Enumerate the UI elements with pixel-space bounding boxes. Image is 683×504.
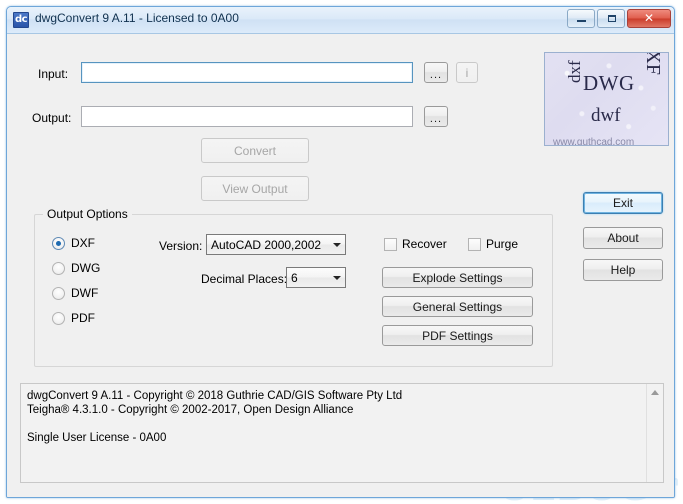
logo-text-dxf: DXF: [642, 52, 664, 75]
radio-dxf-icon: [52, 236, 65, 250]
minimize-button[interactable]: [567, 9, 595, 28]
decimal-places-label: Decimal Places:: [201, 272, 288, 286]
input-info-button[interactable]: i: [456, 62, 478, 83]
purge-checkbox-label: Purge: [486, 237, 519, 251]
close-icon: ✕: [643, 11, 655, 25]
radio-dwg[interactable]: DWG: [52, 261, 100, 275]
radio-dxf[interactable]: DXF: [52, 236, 95, 250]
recover-checkbox-label: Recover: [402, 237, 447, 251]
radio-dwg-label: DWG: [71, 261, 101, 275]
product-logo: DWG DXF dxf dwf www.guthcad.com: [544, 52, 669, 146]
view-output-button[interactable]: View Output: [201, 176, 309, 201]
minimize-icon: [577, 20, 586, 22]
browse-ellipsis-icon: ...: [429, 112, 443, 125]
general-settings-button[interactable]: General Settings: [382, 296, 533, 317]
logo-text-dwf: dwf: [591, 105, 621, 126]
client-area: Input: ... i Output: ... Convert View Ou…: [7, 34, 674, 497]
help-button[interactable]: Help: [583, 259, 663, 281]
output-options-title: Output Options: [43, 207, 132, 221]
about-button[interactable]: About: [583, 227, 663, 249]
purge-checkbox[interactable]: Purge: [468, 237, 518, 251]
radio-dwf-icon: [52, 286, 65, 300]
log-panel[interactable]: dwgConvert 9 A.11 - Copyright © 2018 Gut…: [20, 383, 664, 483]
radio-dwf[interactable]: DWF: [52, 286, 98, 300]
app-icon-dc: dc: [13, 12, 29, 28]
purge-checkbox-icon: [468, 237, 481, 251]
input-browse-button[interactable]: ...: [424, 62, 448, 83]
application-window: dc dwgConvert 9 A.11 - Licensed to 0A00 …: [6, 6, 675, 498]
exit-button[interactable]: Exit: [583, 192, 663, 214]
radio-dwg-icon: [52, 261, 65, 275]
log-scrollbar[interactable]: [646, 384, 663, 482]
recover-checkbox-icon: [384, 237, 397, 251]
logo-url: www.guthcad.com: [553, 137, 635, 146]
convert-button[interactable]: Convert: [201, 138, 309, 163]
radio-pdf[interactable]: PDF: [52, 311, 95, 325]
window-controls: ✕: [567, 9, 671, 28]
decimal-places-select-value: 6: [291, 270, 298, 285]
chevron-down-icon: [328, 268, 345, 287]
version-label: Version:: [159, 239, 203, 253]
close-button[interactable]: ✕: [627, 9, 671, 28]
screenshot-root: UEBUGcom dc dwgConvert 9 A.11 - Licensed…: [0, 0, 683, 504]
radio-dxf-label: DXF: [71, 236, 95, 250]
output-field[interactable]: [81, 106, 413, 127]
maximize-button[interactable]: [597, 9, 625, 28]
version-select[interactable]: AutoCAD 2000,2002: [206, 234, 346, 255]
decimal-places-select[interactable]: 6: [286, 267, 346, 288]
logo-text-dwg: DWG: [583, 71, 635, 95]
scroll-up-icon[interactable]: [647, 384, 663, 400]
log-text: dwgConvert 9 A.11 - Copyright © 2018 Gut…: [27, 390, 403, 444]
chevron-down-icon: [328, 235, 345, 254]
window-title: dwgConvert 9 A.11 - Licensed to 0A00: [35, 11, 239, 25]
browse-ellipsis-icon: ...: [429, 68, 443, 81]
radio-pdf-label: PDF: [71, 311, 95, 325]
output-browse-button[interactable]: ...: [424, 106, 448, 127]
version-select-value: AutoCAD 2000,2002: [211, 237, 322, 252]
maximize-icon: [608, 15, 616, 22]
output-options-group: Output Options DXF DWG DWF PDF Version: …: [34, 207, 553, 367]
pdf-settings-button[interactable]: PDF Settings: [382, 325, 533, 346]
radio-pdf-icon: [52, 311, 65, 325]
recover-checkbox[interactable]: Recover: [384, 237, 447, 251]
explode-settings-button[interactable]: Explode Settings: [382, 267, 533, 288]
output-label: Output:: [32, 111, 72, 125]
title-bar[interactable]: dc dwgConvert 9 A.11 - Licensed to 0A00 …: [7, 7, 674, 34]
input-field[interactable]: [81, 62, 413, 83]
logo-text-dxf-rotated: dxf: [565, 60, 584, 83]
input-label: Input:: [38, 67, 69, 81]
radio-dwf-label: DWF: [71, 286, 99, 300]
info-icon: i: [465, 65, 469, 80]
